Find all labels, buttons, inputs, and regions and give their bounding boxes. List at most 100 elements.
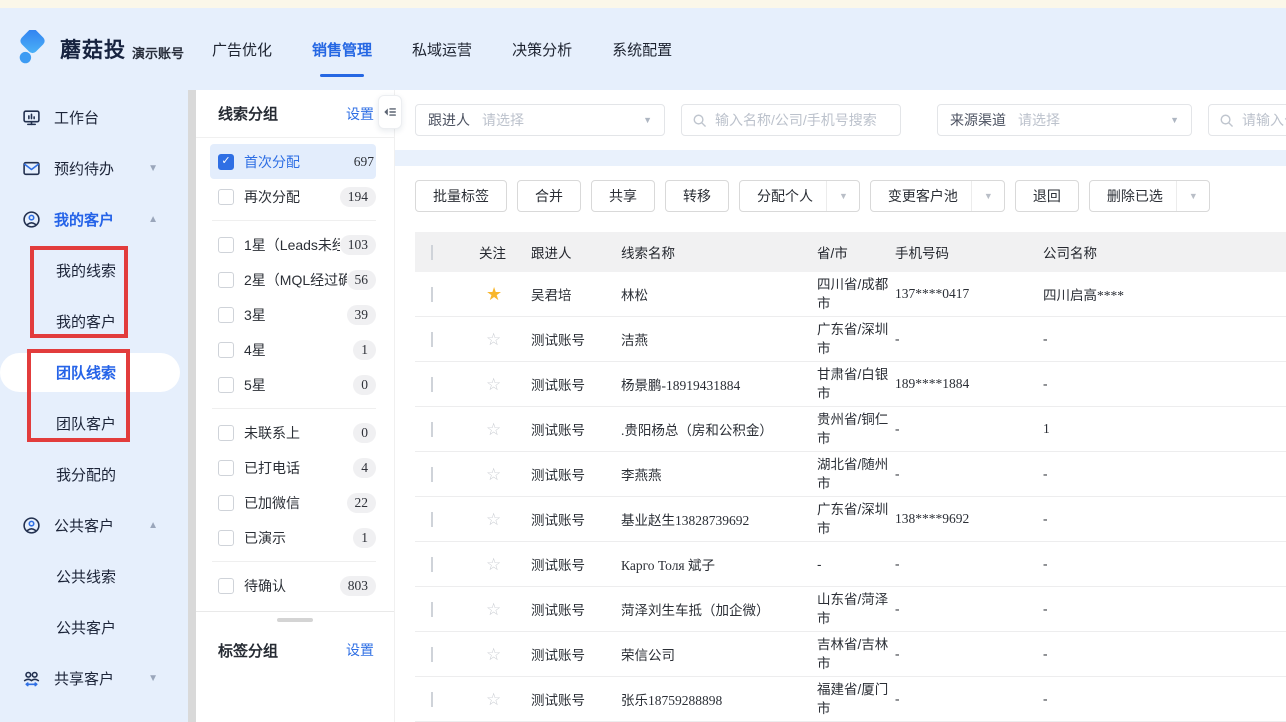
group-checkbox[interactable] — [218, 460, 234, 476]
collapse-panel-button[interactable] — [378, 95, 402, 129]
sidebar-item-team-leads[interactable]: 团队线索 — [0, 347, 188, 398]
star-filled-icon[interactable]: ★ — [486, 285, 502, 303]
nav-tab-sales-management[interactable]: 销售管理 — [292, 8, 392, 90]
group-item-7[interactable]: 5星0 — [210, 367, 376, 402]
row-checkbox[interactable] — [431, 512, 433, 527]
row-checkbox[interactable] — [431, 647, 433, 662]
nav-tab-decision-analysis[interactable]: 决策分析 — [492, 8, 592, 90]
table-row: ☆测试账号Карго Толя 斌子--- — [415, 542, 1286, 587]
toolbar-button-return[interactable]: 退回 — [1015, 180, 1079, 212]
row-checkbox[interactable] — [431, 287, 433, 302]
drag-handle[interactable] — [277, 618, 313, 622]
cell-follower: 测试账号 — [525, 464, 615, 484]
lead-groups-list: ✓首次分配697再次分配194 1星（Leads未经...1032星（MQL经过确… — [196, 138, 394, 603]
group-item-3[interactable]: 1星（Leads未经...103 — [210, 227, 376, 262]
star-outline-icon[interactable]: ☆ — [486, 331, 501, 348]
select-all-checkbox[interactable] — [431, 245, 433, 260]
group-label: 待确认 — [244, 576, 286, 596]
sidebar-item-workbench[interactable]: 工作台 — [0, 92, 188, 143]
source-channel-select[interactable]: 来源渠道 请选择 ▼ — [937, 104, 1192, 136]
row-checkbox[interactable] — [431, 332, 433, 347]
row-checkbox[interactable] — [431, 377, 433, 392]
chevron-down-icon[interactable]: ▼ — [971, 181, 993, 211]
group-checkbox[interactable] — [218, 425, 234, 441]
column-header-follower: 跟进人 — [525, 242, 615, 262]
row-checkbox[interactable] — [431, 422, 433, 437]
sidebar-item-label: 团队客户 — [56, 413, 116, 434]
row-checkbox[interactable] — [431, 467, 433, 482]
star-outline-icon[interactable]: ☆ — [486, 556, 501, 573]
sidebar-item-public-leads[interactable]: 公共线索 — [0, 551, 188, 602]
row-checkbox[interactable] — [431, 692, 433, 707]
group-item-14[interactable]: 待确认803 — [210, 568, 376, 603]
group-checkbox[interactable] — [218, 342, 234, 358]
tag-groups-title: 标签分组 — [218, 640, 278, 661]
my-customers-icon — [22, 210, 42, 229]
sidebar-item-shared-customers[interactable]: 共享客户▼ — [0, 653, 188, 704]
top-strip — [0, 0, 1286, 8]
group-checkbox[interactable] — [218, 495, 234, 511]
group-item-11[interactable]: 已加微信22 — [210, 485, 376, 520]
group-label: 未联系上 — [244, 423, 300, 443]
star-outline-icon[interactable]: ☆ — [486, 691, 501, 708]
group-item-10[interactable]: 已打电话4 — [210, 450, 376, 485]
star-outline-icon[interactable]: ☆ — [486, 511, 501, 528]
sidebar-splitter[interactable] — [188, 90, 196, 722]
tag-groups-settings-link[interactable]: 设置 — [346, 640, 374, 660]
cell-company: - — [1037, 466, 1286, 482]
group-checkbox[interactable] — [218, 530, 234, 546]
cell-region: 山东省/菏泽市 — [811, 588, 889, 630]
sidebar-item-appointments-todo[interactable]: 预约待办▼ — [0, 143, 188, 194]
group-checkbox[interactable] — [218, 307, 234, 323]
sidebar-item-public-customers-sub[interactable]: 公共客户 — [0, 602, 188, 653]
star-outline-icon[interactable]: ☆ — [486, 646, 501, 663]
star-outline-icon[interactable]: ☆ — [486, 421, 501, 438]
sidebar-item-my-leads[interactable]: 我的线索 — [0, 245, 188, 296]
chevron-down-icon[interactable]: ▼ — [1176, 181, 1198, 211]
nav-tab-system-config[interactable]: 系统配置 — [592, 8, 692, 90]
toolbar-button-change-customer-pool[interactable]: 变更客户池▼ — [870, 180, 1005, 212]
group-item-1[interactable]: 再次分配194 — [210, 179, 376, 214]
toolbar-button-batch-tag[interactable]: 批量标签 — [415, 180, 507, 212]
lead-groups-settings-link[interactable]: 设置 — [346, 104, 374, 124]
nav-tab-private-domain-ops[interactable]: 私域运营 — [392, 8, 492, 90]
group-checkbox[interactable] — [218, 189, 234, 205]
keyword-search-input[interactable] — [715, 112, 890, 128]
group-item-4[interactable]: 2星（MQL经过确...56 — [210, 262, 376, 297]
follower-select[interactable]: 跟进人 请选择 ▼ — [415, 104, 665, 136]
group-checkbox[interactable]: ✓ — [218, 154, 234, 170]
group-checkbox[interactable] — [218, 237, 234, 253]
row-checkbox[interactable] — [431, 557, 433, 572]
toolbar-button-transfer[interactable]: 转移 — [665, 180, 729, 212]
sidebar-item-my-assigned[interactable]: 我分配的 — [0, 449, 188, 500]
row-star-cell: ☆ — [473, 646, 525, 663]
group-item-5[interactable]: 3星39 — [210, 297, 376, 332]
group-item-6[interactable]: 4星1 — [210, 332, 376, 367]
nav-tab-ad-optimization[interactable]: 广告优化 — [192, 8, 292, 90]
group-item-9[interactable]: 未联系上0 — [210, 415, 376, 450]
row-checkbox[interactable] — [431, 602, 433, 617]
sidebar-item-public-customers[interactable]: 公共客户▲ — [0, 500, 188, 551]
group-item-12[interactable]: 已演示1 — [210, 520, 376, 555]
toolbar-button-delete-selected[interactable]: 删除已选▼ — [1089, 180, 1210, 212]
company-search-input[interactable] — [1242, 112, 1286, 128]
sidebar-item-my-customers-sub[interactable]: 我的客户 — [0, 296, 188, 347]
chevron-down-icon: ▼ — [1170, 115, 1179, 125]
group-checkbox[interactable] — [218, 377, 234, 393]
star-outline-icon[interactable]: ☆ — [486, 601, 501, 618]
toolbar-button-merge[interactable]: 合并 — [517, 180, 581, 212]
chevron-down-icon: ▼ — [643, 115, 652, 125]
chevron-down-icon[interactable]: ▼ — [826, 181, 848, 211]
row-star-cell: ☆ — [473, 466, 525, 483]
group-checkbox[interactable] — [218, 578, 234, 594]
group-item-0[interactable]: ✓首次分配697 — [210, 144, 376, 179]
star-outline-icon[interactable]: ☆ — [486, 466, 501, 483]
panel-resize-divider[interactable] — [196, 611, 394, 622]
toolbar-button-share[interactable]: 共享 — [591, 180, 655, 212]
row-checkbox-cell — [415, 422, 473, 437]
sidebar-item-team-customers[interactable]: 团队客户 — [0, 398, 188, 449]
star-outline-icon[interactable]: ☆ — [486, 376, 501, 393]
group-checkbox[interactable] — [218, 272, 234, 288]
sidebar-item-my-customers[interactable]: 我的客户▲ — [0, 194, 188, 245]
toolbar-button-assign-person[interactable]: 分配个人▼ — [739, 180, 860, 212]
